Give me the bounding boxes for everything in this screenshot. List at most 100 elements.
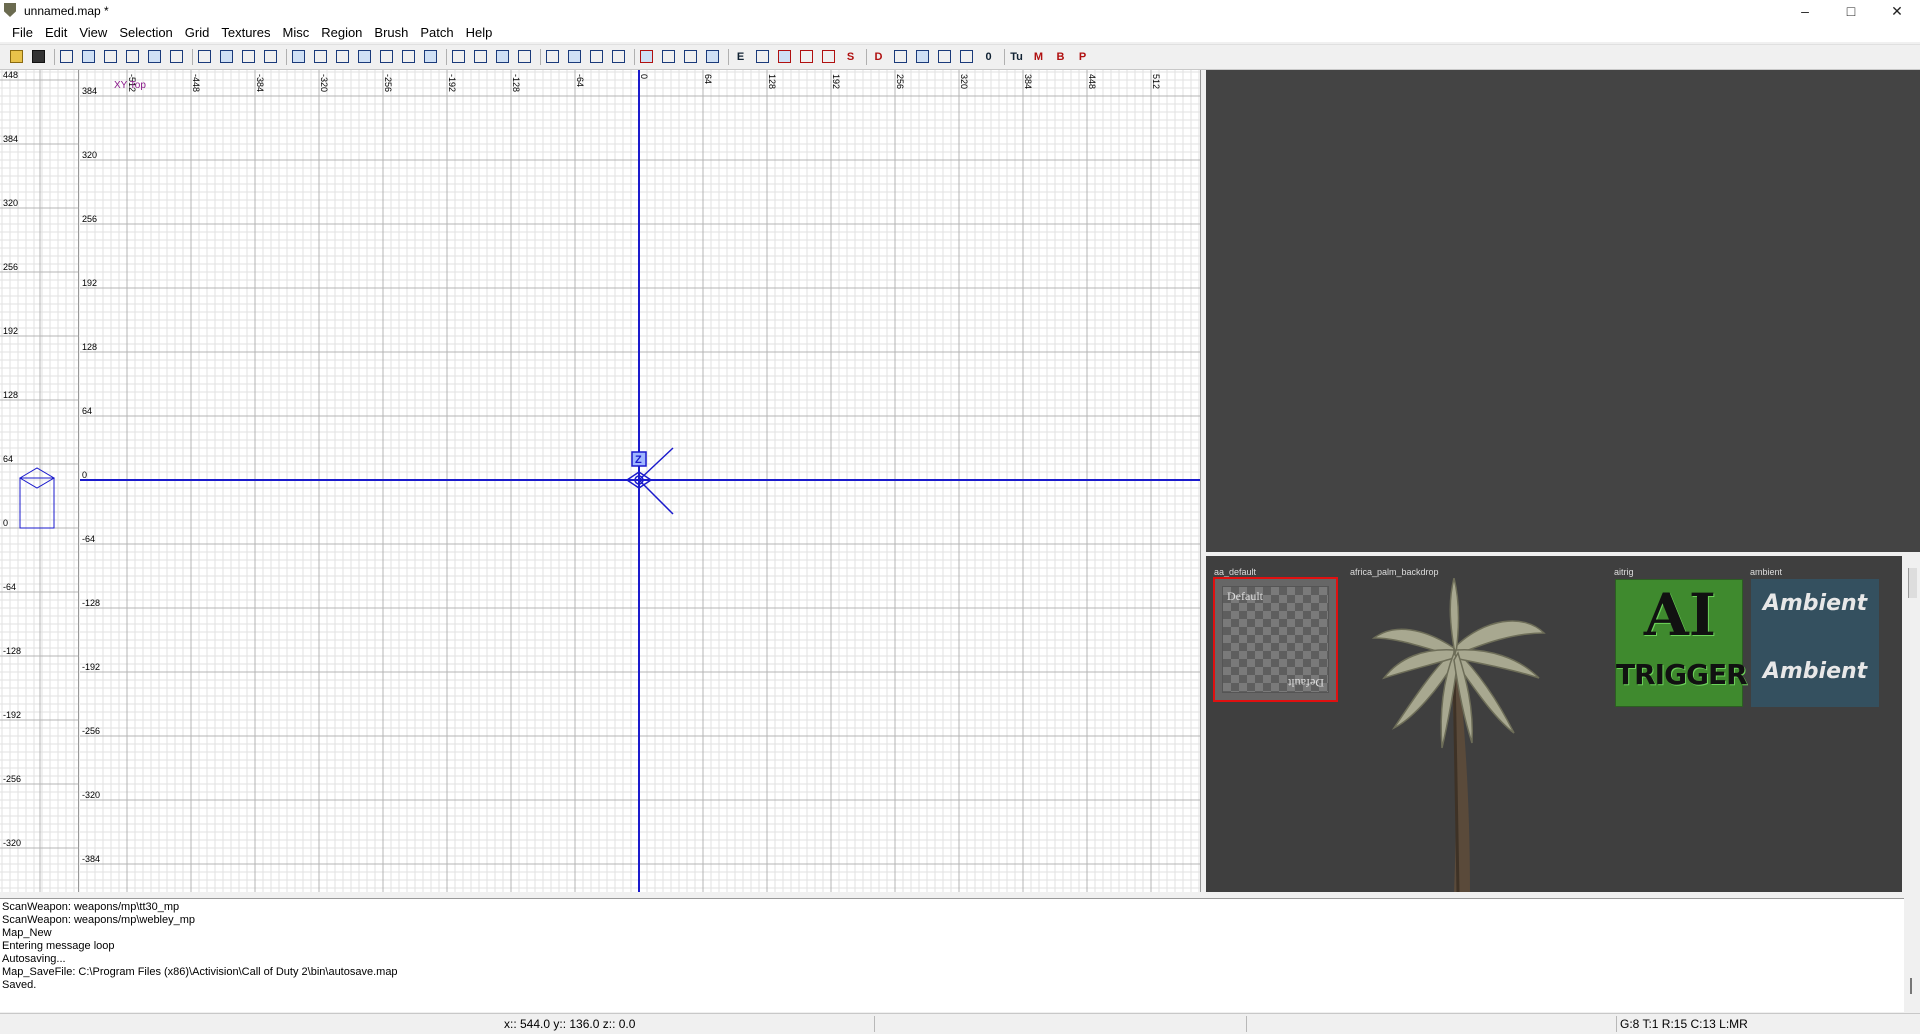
menu-file[interactable]: File [6, 25, 39, 40]
p-icon[interactable]: P [1074, 48, 1091, 65]
m-icon[interactable]: M [1030, 48, 1047, 65]
spline-icon[interactable] [936, 48, 953, 65]
x-view-icon-glyph [568, 50, 581, 63]
select-touching-icon[interactable] [218, 48, 235, 65]
texture-name: aitrig [1614, 567, 1634, 577]
texture-cycle-icon[interactable] [400, 48, 417, 65]
select-partial-tall-icon[interactable] [240, 48, 257, 65]
entity-icon[interactable]: E [732, 48, 749, 65]
grid-status: G:8 T:1 R:15 C:13 L:MR [1620, 1017, 1748, 1031]
b-icon[interactable]: B [1052, 48, 1069, 65]
console-scrollbar[interactable] [1904, 898, 1920, 1012]
camera-icon[interactable] [516, 48, 533, 65]
x-view-icon[interactable] [566, 48, 583, 65]
status-divider [1616, 1016, 1617, 1032]
fx-icon[interactable] [798, 48, 815, 65]
z-tick-label: -128 [3, 646, 21, 656]
node-icon[interactable] [892, 48, 909, 65]
close-button[interactable]: ✕ [1874, 0, 1920, 22]
menu-textures[interactable]: Textures [215, 25, 276, 40]
bend-icon[interactable] [682, 48, 699, 65]
change-views-icon[interactable] [450, 48, 467, 65]
cursor-coordinates: x:: 544.0 y:: 136.0 z:: 0.0 [504, 1017, 636, 1031]
camera-icon-glyph [518, 50, 531, 63]
console-log[interactable]: ScanWeapon: weapons/mp\tt30_mp ScanWeapo… [0, 898, 1904, 1012]
texture-lock-icon[interactable]: Tu [1008, 48, 1025, 65]
grid-icon[interactable] [958, 48, 975, 65]
texture-browser[interactable]: aa_default Default Default africa_palm_b… [1206, 556, 1902, 892]
zero-icon[interactable]: 0 [980, 48, 997, 65]
model-icon-glyph [778, 50, 791, 63]
rotate-z-icon[interactable] [168, 48, 185, 65]
console-line: ScanWeapon: weapons/mp\tt30_mp [2, 901, 180, 913]
xy-view-icon[interactable] [494, 48, 511, 65]
top-tick-label: -256 [383, 74, 393, 92]
z-tick-label: 256 [3, 262, 18, 272]
brush-icon[interactable] [754, 48, 771, 65]
palm-tree-image [1371, 577, 1546, 892]
clipper-icon[interactable] [638, 48, 655, 65]
scroll-thumb[interactable] [1908, 568, 1917, 598]
menu-help[interactable]: Help [460, 25, 499, 40]
open-icon-glyph [10, 50, 23, 63]
minimize-button[interactable]: – [1782, 0, 1828, 22]
select-complete-tall-icon[interactable] [196, 48, 213, 65]
menu-selection[interactable]: Selection [113, 25, 178, 40]
rotate-x-icon[interactable] [124, 48, 141, 65]
flip-y-icon[interactable] [80, 48, 97, 65]
menu-view[interactable]: View [73, 25, 113, 40]
top-tick-label: -384 [255, 74, 265, 92]
open-icon[interactable] [8, 48, 25, 65]
flip-z-icon[interactable] [102, 48, 119, 65]
texture-scrollbar[interactable] [1904, 556, 1920, 892]
drop-icon[interactable] [914, 48, 931, 65]
texture-fit-icon[interactable] [356, 48, 373, 65]
toolbar-separator [286, 49, 287, 65]
cycle-layer-icon[interactable] [422, 48, 439, 65]
texture-flip-icon[interactable] [378, 48, 395, 65]
select-inside-icon[interactable] [262, 48, 279, 65]
curve-icon[interactable] [704, 48, 721, 65]
menu-patch[interactable]: Patch [414, 25, 459, 40]
menu-brush[interactable]: Brush [368, 25, 414, 40]
texture-aitrig[interactable]: AI TRIGGER [1615, 579, 1748, 707]
toolbar-separator [634, 49, 635, 65]
menu-grid[interactable]: Grid [179, 25, 216, 40]
texture-view-icon[interactable] [472, 48, 489, 65]
texture-africa-palm[interactable] [1354, 577, 1564, 892]
patch-icon[interactable] [660, 48, 677, 65]
xy-view-canvas[interactable]: -512 -448 -384 -320 -256 -192 -128 -64 0 64 128 192… [80, 70, 1200, 892]
scroll-thumb[interactable] [1910, 978, 1912, 994]
menu-misc[interactable]: Misc [277, 25, 316, 40]
menu-region[interactable]: Region [315, 25, 368, 40]
xy-view[interactable]: -512 -448 -384 -320 -256 -192 -128 -64 0 64 128 192… [80, 70, 1201, 892]
y-view-icon[interactable] [588, 48, 605, 65]
flip-x-icon[interactable] [58, 48, 75, 65]
texture-name: aa_default [1214, 567, 1257, 577]
top-tick-label: 320 [959, 74, 969, 89]
save-icon[interactable] [30, 48, 47, 65]
left-tick-label: 0 [82, 470, 87, 480]
console-line: ScanWeapon: weapons/mp\webley_mp [2, 914, 196, 926]
z-view[interactable]: 448 384 320 256 192 128 64 0 -64 -128 -192 -256 -320 [0, 70, 79, 892]
z-view-icon[interactable] [610, 48, 627, 65]
maximize-button[interactable]: □ [1828, 0, 1874, 22]
csg-merge-icon[interactable] [312, 48, 329, 65]
texture-aa-default[interactable]: Default Default [1213, 577, 1338, 702]
csg-subtract-icon[interactable] [290, 48, 307, 65]
scale-icon[interactable] [544, 48, 561, 65]
z-view-canvas[interactable]: 448 384 320 256 192 128 64 0 -64 -128 -192 -256 -320 [0, 70, 78, 892]
decal-icon[interactable]: D [870, 48, 887, 65]
sound-icon[interactable]: S [842, 48, 859, 65]
left-tick-label: -384 [82, 854, 100, 864]
rotate-y-icon[interactable] [146, 48, 163, 65]
top-tick-label: -128 [511, 74, 521, 92]
z-tick-label: 448 [3, 70, 18, 80]
left-tick-label: -64 [82, 534, 95, 544]
hollow-icon[interactable] [334, 48, 351, 65]
model-icon[interactable] [776, 48, 793, 65]
menu-edit[interactable]: Edit [39, 25, 73, 40]
light-icon[interactable] [820, 48, 837, 65]
texture-ambient[interactable]: Ambient Ambient [1751, 579, 1879, 707]
camera-view[interactable] [1206, 70, 1920, 552]
